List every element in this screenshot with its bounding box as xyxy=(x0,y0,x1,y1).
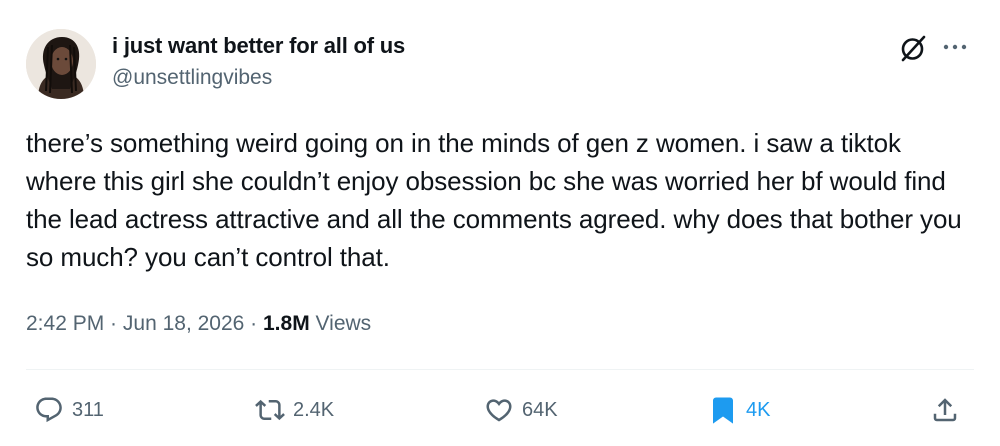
avatar-image xyxy=(26,29,96,99)
retweet-icon xyxy=(255,399,285,421)
avatar[interactable] xyxy=(26,29,96,99)
bookmark-icon xyxy=(713,397,733,424)
views-count: 1.8M xyxy=(263,312,310,335)
share-button[interactable] xyxy=(930,393,960,427)
more-options-icon[interactable] xyxy=(940,34,970,60)
tweet-card: i just want better for all of us @unsett… xyxy=(0,0,1000,446)
divider xyxy=(26,369,974,370)
tweet-date[interactable]: Jun 18, 2026 xyxy=(123,312,244,335)
retweet-count: 2.4K xyxy=(293,398,335,421)
bookmark-count: 4K xyxy=(746,398,771,421)
tweet-time[interactable]: 2:42 PM xyxy=(26,312,104,335)
share-icon xyxy=(933,398,957,422)
reply-button[interactable]: 311 xyxy=(34,393,104,427)
meta-separator: · xyxy=(104,312,123,335)
reply-icon xyxy=(36,397,62,423)
author-display-name[interactable]: i just want better for all of us xyxy=(112,33,405,59)
heart-icon xyxy=(486,399,512,422)
retweet-button[interactable]: 2.4K xyxy=(255,393,334,427)
tweet-meta: 2:42 PM · Jun 18, 2026 · 1.8M Views xyxy=(26,312,371,336)
meta-separator: · xyxy=(244,312,263,335)
like-count: 64K xyxy=(522,398,558,421)
grok-icon[interactable] xyxy=(898,33,928,63)
reply-count: 311 xyxy=(72,398,104,421)
author-handle[interactable]: @unsettlingvibes xyxy=(112,66,272,90)
tweet-text: there’s something weird going on in the … xyxy=(26,128,962,272)
views-label: Views xyxy=(309,312,372,335)
like-button[interactable]: 64K xyxy=(484,393,558,427)
bookmark-button[interactable]: 4K xyxy=(708,393,770,427)
